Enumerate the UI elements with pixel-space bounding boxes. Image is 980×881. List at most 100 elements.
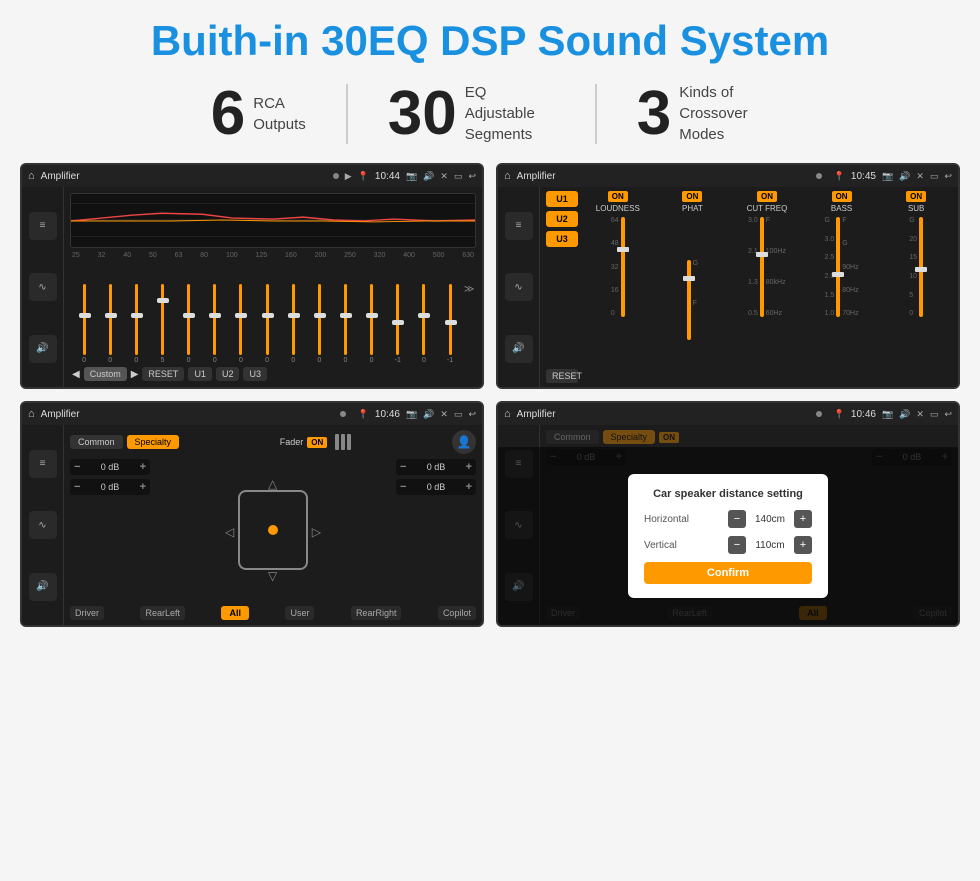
eq-slider-10[interactable]: 0 [333, 284, 357, 364]
fader-fl-minus[interactable]: − [74, 461, 80, 473]
bass-on[interactable]: ON [832, 191, 852, 202]
eq-next-btn[interactable]: ▶ [131, 369, 139, 380]
fader-sidebar-eq[interactable]: ≡ [29, 450, 57, 478]
horizontal-plus-btn[interactable]: + [794, 510, 812, 528]
fader-bar-3 [347, 434, 351, 450]
sub-label: SUB [908, 204, 924, 213]
back-icon-3[interactable]: ↩ [468, 409, 476, 420]
loudness-on[interactable]: ON [608, 191, 628, 202]
xover-u2-btn[interactable]: U2 [546, 211, 578, 227]
eq-slider-6[interactable]: 0 [229, 284, 253, 364]
fader-all-btn[interactable]: All [221, 606, 249, 620]
eq-slider-1[interactable]: 0 [98, 284, 122, 364]
fader-sidebar-vol[interactable]: 🔊 [29, 573, 57, 601]
eq-slider-0[interactable]: 0 [72, 284, 96, 364]
fader-user-icon[interactable]: 👤 [452, 430, 476, 454]
fader-rr-minus[interactable]: − [400, 481, 406, 493]
fader-fl-plus[interactable]: + [140, 461, 146, 473]
distance-screen: ⌂ Amplifier 📍 10:46 📷 🔊 ✕ ▭ ↩ ≡ ∿ 🔊 [496, 401, 960, 627]
fader-specialty-tab[interactable]: Specialty [127, 435, 180, 449]
xover-reset-btn[interactable]: RESET [546, 369, 578, 383]
cutfreq-on[interactable]: ON [757, 191, 777, 202]
phat-label: PHAT [682, 204, 703, 213]
fader-bar-2 [341, 434, 345, 450]
fader-rr-plus[interactable]: + [466, 481, 472, 493]
fader-left-col: − 0 dB + − 0 dB + [70, 459, 150, 601]
vertical-plus-btn[interactable]: + [794, 536, 812, 554]
freq-40: 40 [123, 252, 131, 259]
fader-common-tab[interactable]: Common [70, 435, 123, 449]
xover-sidebar-vol[interactable]: 🔊 [505, 335, 533, 363]
sub-on[interactable]: ON [906, 191, 926, 202]
location-icon-4: 📍 [834, 409, 845, 420]
back-icon[interactable]: ↩ [468, 171, 476, 182]
eq-slider-8[interactable]: 0 [281, 284, 305, 364]
eq-slider-14[interactable]: -1 [438, 284, 462, 364]
eq-slider-2[interactable]: 0 [124, 284, 148, 364]
eq-slider-5[interactable]: 0 [203, 284, 227, 364]
eq-slider-4[interactable]: 0 [177, 284, 201, 364]
bass-slider[interactable] [836, 217, 840, 317]
phat-on[interactable]: ON [682, 191, 702, 202]
eq-prev-btn[interactable]: ◀ [72, 369, 80, 380]
stat-rca-label: RCAOutputs [253, 93, 306, 135]
eq-slider-7[interactable]: 0 [255, 284, 279, 364]
fader-rl-plus[interactable]: + [140, 481, 146, 493]
horizontal-label: Horizontal [644, 514, 689, 525]
eq-u2-btn[interactable]: U2 [216, 367, 240, 381]
eq-custom-btn[interactable]: Custom [84, 367, 127, 381]
home-icon-2[interactable]: ⌂ [504, 170, 511, 182]
fader-sidebar-wave[interactable]: ∿ [29, 511, 57, 539]
xover-u3-btn[interactable]: U3 [546, 231, 578, 247]
freq-63: 63 [175, 252, 183, 259]
eq-slider-9[interactable]: 0 [307, 284, 331, 364]
horizontal-minus-btn[interactable]: − [728, 510, 746, 528]
cutfreq-slider[interactable] [760, 217, 764, 317]
fader-fr-plus[interactable]: + [466, 461, 472, 473]
vertical-minus-btn[interactable]: − [728, 536, 746, 554]
home-icon-3[interactable]: ⌂ [28, 408, 35, 420]
sidebar-eq-btn[interactable]: ≡ [29, 212, 57, 240]
sub-slider[interactable] [919, 217, 923, 317]
freq-320: 320 [374, 252, 386, 259]
sidebar-volume-btn[interactable]: 🔊 [29, 335, 57, 363]
fader-on-badge[interactable]: ON [307, 437, 327, 448]
freq-400: 400 [403, 252, 415, 259]
back-icon-2[interactable]: ↩ [944, 171, 952, 182]
eq-slider-3[interactable]: 5 [150, 284, 174, 364]
phat-slider[interactable] [687, 260, 691, 340]
eq-slider-11[interactable]: 0 [360, 284, 384, 364]
eq-expand-btn[interactable]: ≫ [464, 284, 474, 364]
close-icon[interactable]: ✕ [440, 171, 448, 182]
stat-eq-label: EQ AdjustableSegments [465, 82, 555, 145]
confirm-button[interactable]: Confirm [644, 562, 812, 584]
fader-fr-db: − 0 dB + [396, 459, 476, 475]
car-up-arrow: △ [268, 477, 277, 491]
fader-rl-minus[interactable]: − [74, 481, 80, 493]
location-icon-2: 📍 [834, 171, 845, 182]
dist-time: 10:46 [851, 409, 876, 420]
camera-icon: 📷 [406, 171, 417, 182]
loudness-slider[interactable] [621, 217, 625, 317]
fader-right-col: − 0 dB + − 0 dB + [396, 459, 476, 601]
back-icon-4[interactable]: ↩ [944, 409, 952, 420]
fader-fr-minus[interactable]: − [400, 461, 406, 473]
home-icon[interactable]: ⌂ [28, 170, 35, 182]
xover-sidebar-wave[interactable]: ∿ [505, 273, 533, 301]
eq-slider-12[interactable]: -1 [386, 284, 410, 364]
xover-channels: ON LOUDNESS 644832160 ON PHAT [582, 191, 952, 383]
freq-50: 50 [149, 252, 157, 259]
loudness-label: LOUDNESS [596, 204, 640, 213]
eq-u3-btn[interactable]: U3 [243, 367, 267, 381]
close-icon-3[interactable]: ✕ [440, 409, 448, 420]
close-icon-4[interactable]: ✕ [916, 409, 924, 420]
eq-slider-13[interactable]: 0 [412, 284, 436, 364]
eq-u1-btn[interactable]: U1 [188, 367, 212, 381]
eq-time: 10:44 [375, 171, 400, 182]
eq-reset-btn[interactable]: RESET [142, 367, 184, 381]
home-icon-4[interactable]: ⌂ [504, 408, 511, 420]
xover-sidebar-eq[interactable]: ≡ [505, 212, 533, 240]
close-icon-2[interactable]: ✕ [916, 171, 924, 182]
sidebar-wave-btn[interactable]: ∿ [29, 273, 57, 301]
xover-u1-btn[interactable]: U1 [546, 191, 578, 207]
